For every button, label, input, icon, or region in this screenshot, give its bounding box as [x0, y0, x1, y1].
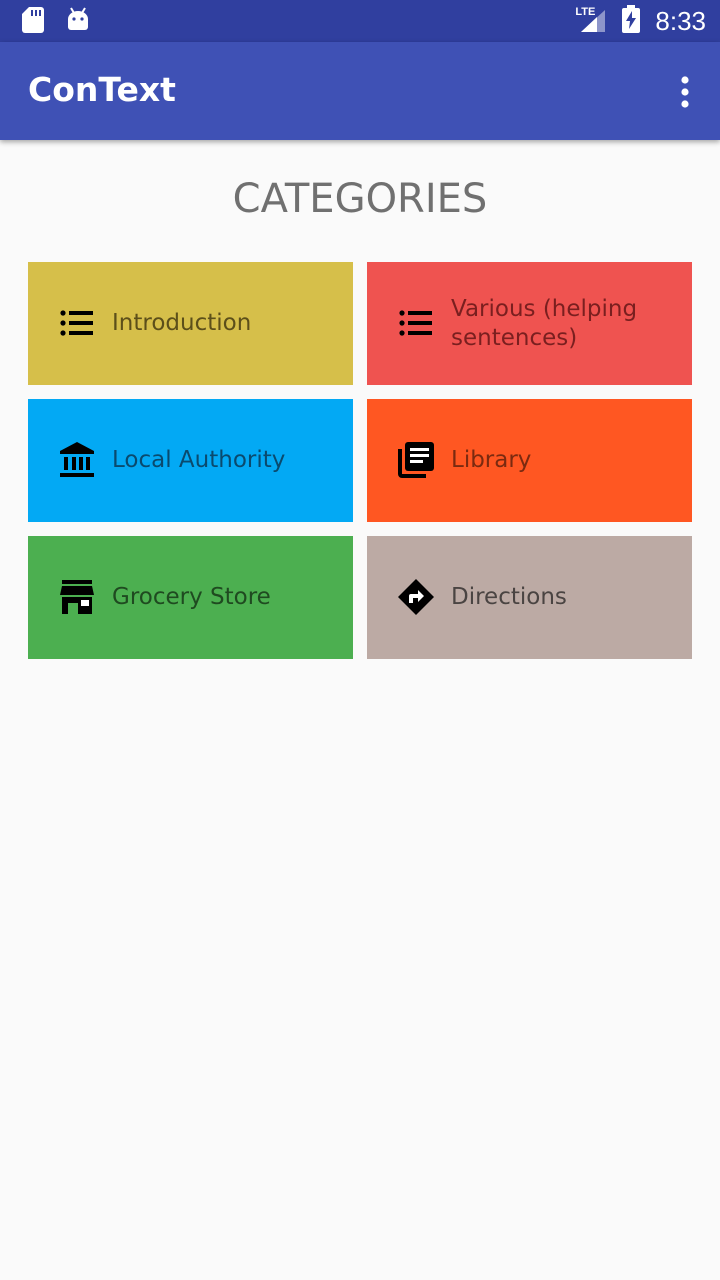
page-title: CATEGORIES: [232, 176, 488, 222]
list-icon: [397, 304, 435, 342]
store-icon: [58, 578, 96, 616]
sd-card-icon: [22, 7, 44, 37]
android-icon: [66, 7, 90, 37]
app-title: ConText: [28, 70, 176, 109]
status-time: 8:33: [655, 5, 706, 36]
category-tile-various[interactable]: Various (helping sentences): [367, 262, 692, 385]
directions-icon: [397, 578, 435, 616]
app-bar: ConText: [0, 42, 720, 140]
category-label: Local Authority: [112, 447, 286, 473]
category-tile-directions[interactable]: Directions: [367, 536, 692, 659]
list-icon: [58, 304, 96, 342]
category-label: Introduction: [112, 310, 252, 336]
category-tile-introduction[interactable]: Introduction: [28, 262, 353, 385]
category-label: Library: [451, 447, 532, 473]
category-tile-grocery-store[interactable]: Grocery Store: [28, 536, 353, 659]
status-bar: LTE 8:33: [0, 0, 720, 42]
more-vert-icon[interactable]: [676, 72, 694, 112]
category-label: Various (helping sentences): [451, 295, 638, 351]
library-books-icon: [397, 441, 435, 479]
category-tile-library[interactable]: Library: [367, 399, 692, 522]
bank-icon: [58, 441, 96, 479]
lte-signal-icon: LTE: [575, 6, 607, 36]
battery-charging-icon: [621, 5, 641, 37]
category-label: Grocery Store: [112, 584, 271, 610]
category-label: Directions: [451, 584, 567, 610]
category-tile-local-authority[interactable]: Local Authority: [28, 399, 353, 522]
